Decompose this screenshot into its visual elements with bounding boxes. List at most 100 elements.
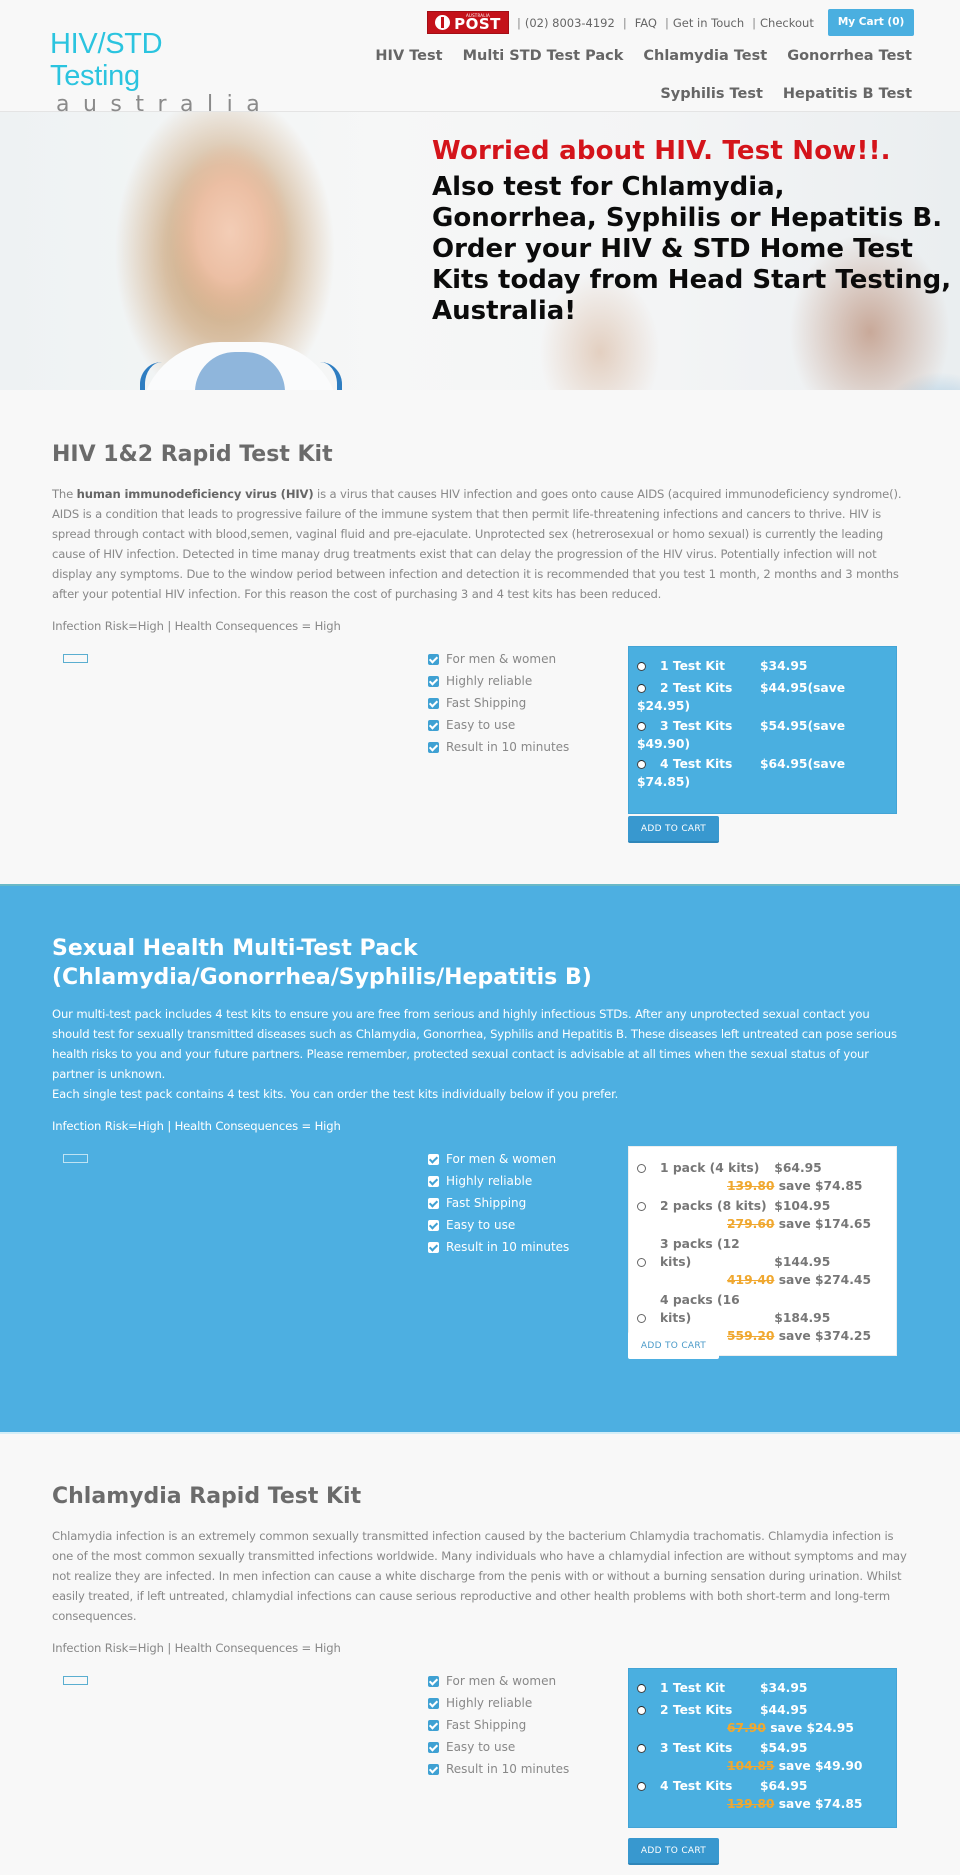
option-name: 2 packs (8 kits) [660,1199,767,1213]
price-option[interactable]: 2 packs (8 kits) $104.95 279.60 save $174… [637,1195,888,1233]
option-name: 1 pack (4 kits) [660,1161,760,1175]
hero-headline: Worried about HIV. Test Now!!. [432,136,891,166]
option-name: 4 Test Kits [660,757,733,771]
risk-info: Infection Risk=High | Health Consequence… [52,1641,341,1655]
option-savings: $24.95) [637,699,691,713]
option-name: 1 Test Kit [660,659,726,673]
feature-item: Easy to use [428,1736,569,1758]
nav-gonorrhea-test[interactable]: Gonorrhea Test [777,42,922,80]
radio-button[interactable] [637,1684,646,1693]
feature-label: Highly reliable [446,674,533,688]
radio-button[interactable] [637,722,646,731]
feature-label: Easy to use [446,1218,516,1232]
price-options: 1 Test Kit $34.95 2 Test Kits $44.95 67.90 … [628,1668,897,1828]
section-title: Sexual Health Multi-Test Pack (Chlamydia/… [52,934,908,992]
price-option[interactable]: 1 Test Kit $34.95 [637,1677,888,1699]
radio-button[interactable] [637,1782,646,1791]
divider: | [517,15,521,30]
get-in-touch-link[interactable]: Get in Touch [673,16,744,30]
auspost-text: POST [454,15,501,33]
radio-button[interactable] [637,1706,646,1715]
radio-button[interactable] [637,1744,646,1753]
feature-item: Fast Shipping [428,1192,569,1214]
save-amount: $174.65 [815,1217,872,1231]
stethoscope-graphic [320,362,342,390]
radio-button[interactable] [637,1202,646,1211]
option-name: 1 Test Kit [660,1681,726,1695]
nav-multi-std-test-pack[interactable]: Multi STD Test Pack [453,42,634,80]
risk-info: Infection Risk=High | Health Consequence… [52,1119,341,1133]
feature-label: Result in 10 minutes [446,1762,570,1776]
price-option[interactable]: 3 Test Kits $54.95 104.85 save $49.90 [637,1737,888,1775]
australia-post-logo: AUSTRALIA POST [427,11,509,34]
radio-button[interactable] [637,684,646,693]
save-label: save [770,1721,803,1735]
price-option[interactable]: 1 Test Kit $34.95 [637,655,888,677]
product-row: For men & women Highly reliable Fast Shi… [52,1668,908,1868]
price-option[interactable]: 4 Test Kits $64.95 139.80 save $74.85 [637,1775,888,1813]
phone-number[interactable]: (02) 8003-4192 [525,16,615,30]
my-cart-button[interactable]: My Cart (0) [827,9,915,36]
checkbox-icon [428,1763,439,1775]
option-name: 2 Test Kits [660,681,733,695]
add-to-cart-button[interactable]: ADD TO CART [628,1838,719,1865]
save-label: save [778,1759,811,1773]
option-name: 3 Test Kits [660,1741,733,1755]
checkout-link[interactable]: Checkout [760,16,814,30]
multi-test-pack-section: Sexual Health Multi-Test Pack (Chlamydia/… [0,884,960,1432]
logo-title: HIV/STD Testing [50,28,163,92]
checkbox-icon [428,697,439,709]
desc-bold: human immunodeficiency virus (HIV) [76,487,314,501]
save-label: save [778,1797,811,1811]
save-amount: $24.95 [806,1721,854,1735]
add-to-cart-button[interactable]: ADD TO CART [628,816,719,843]
price-option[interactable]: 2 Test Kits $44.95(save $24.95) [637,677,888,715]
section-description-2: Each single test pack contains 4 test ki… [52,1087,619,1101]
radio-button[interactable] [637,1314,646,1323]
price-option[interactable]: 3 Test Kits $54.95(save $49.90) [637,715,888,753]
feature-item: Highly reliable [428,670,569,692]
feature-item: Fast Shipping [428,1714,569,1736]
nav-hiv-test[interactable]: HIV Test [365,42,452,80]
radio-button[interactable] [637,760,646,769]
add-to-cart-button[interactable]: ADD TO CART [628,1332,719,1359]
hero-doctor-image [140,342,340,390]
option-price: $54.95 [760,1741,808,1755]
option-name: 3 Test Kits [660,719,733,733]
save-amount: $74.85 [815,1797,863,1811]
hero-line-2: Order your HIV & STD Home Test Kits toda… [432,234,952,326]
feature-label: Result in 10 minutes [446,740,570,754]
feature-label: Easy to use [446,718,516,732]
nav-chlamydia-test[interactable]: Chlamydia Test [633,42,777,80]
section-title: HIV 1&2 Rapid Test Kit [52,442,333,467]
feature-item: For men & women [428,1148,569,1170]
feature-list: For men & women Highly reliable Fast Shi… [428,1670,569,1780]
feature-item: For men & women [428,648,569,670]
product-image-placeholder [63,1676,88,1685]
radio-button[interactable] [637,662,646,671]
feature-item: Result in 10 minutes [428,1236,569,1258]
stethoscope-graphic [140,362,162,390]
price-option[interactable]: 1 pack (4 kits) $64.95 139.80 save $74.85 [637,1157,888,1195]
radio-button[interactable] [637,1164,646,1173]
radio-button[interactable] [637,1258,646,1267]
risk-info: Infection Risk=High | Health Consequence… [52,619,341,633]
original-price: 104.85 [727,1759,775,1773]
feature-item: Result in 10 minutes [428,736,569,758]
save-amount: $49.90 [815,1759,863,1773]
top-bar: AUSTRALIA POST | (02) 8003-4192 | FAQ | … [427,9,915,36]
price-option[interactable]: 4 Test Kits $64.95(save $74.85) [637,753,888,791]
option-price: $34.95 [760,1681,808,1695]
site-logo[interactable]: HIV/STD Testing australia [50,28,260,118]
feature-item: Highly reliable [428,1692,569,1714]
price-option[interactable]: 2 Test Kits $44.95 67.90 save $24.95 [637,1699,888,1737]
save-amount: $374.25 [815,1329,872,1343]
faq-link[interactable]: FAQ [635,16,657,30]
option-name: 4 Test Kits [660,1779,733,1793]
option-savings: $49.90) [637,737,691,751]
price-option[interactable]: 3 packs (12 kits) $144.95 419.40 save $27… [637,1233,888,1289]
desc-text: The [52,487,77,501]
feature-label: Easy to use [446,1740,516,1754]
save-label: save [778,1329,811,1343]
option-price: $104.95 [774,1199,831,1213]
